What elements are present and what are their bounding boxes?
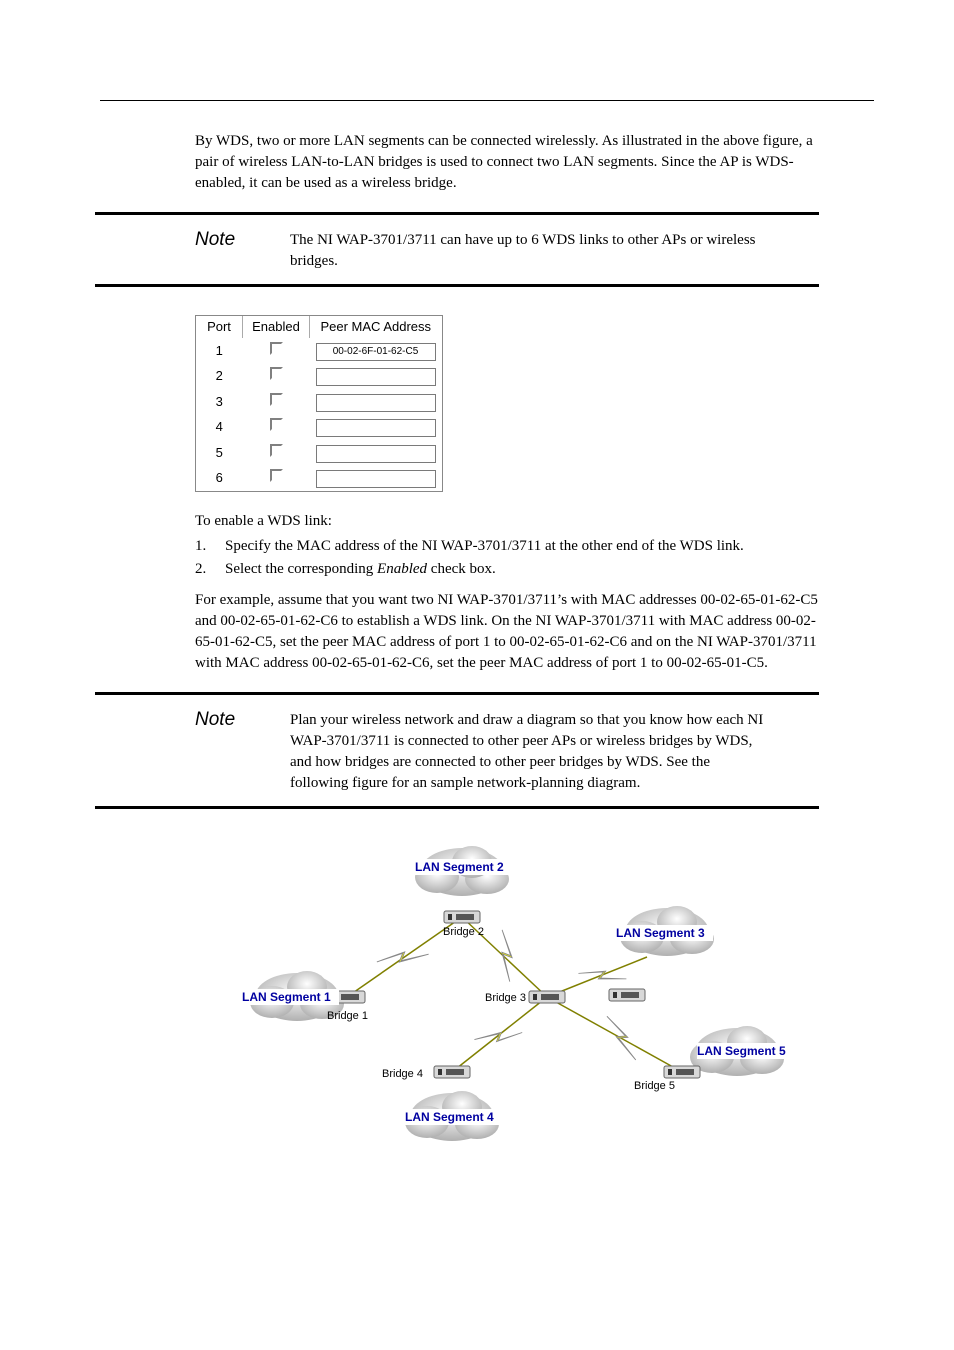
col-mac: Peer MAC Address	[310, 316, 442, 338]
enabled-checkbox[interactable]	[270, 444, 283, 457]
step-text: Select the corresponding Enabled check b…	[225, 559, 819, 580]
step-num: 2.	[195, 559, 225, 580]
seg3-label: LAN Segment 3	[616, 926, 705, 940]
table-row: 1	[196, 338, 442, 364]
enabled-checkbox[interactable]	[270, 418, 283, 431]
network-diagram: LAN Segment 1 LAN Segment 2 LAN Segment …	[195, 827, 819, 1154]
mac-input[interactable]	[316, 343, 436, 361]
note-text: Plan your wireless network and draw a di…	[290, 707, 764, 794]
enable-heading: To enable a WDS link:	[195, 511, 819, 532]
table-row: 4	[196, 415, 442, 441]
example-paragraph: For example, assume that you want two NI…	[195, 590, 819, 674]
enabled-checkbox[interactable]	[270, 393, 283, 406]
port-num: 4	[196, 415, 243, 441]
seg2-label: LAN Segment 2	[415, 860, 504, 874]
note-text: The NI WAP-3701/3711 can have up to 6 WD…	[290, 227, 764, 272]
table-row: 6	[196, 466, 442, 492]
port-num: 3	[196, 389, 243, 415]
enabled-checkbox[interactable]	[270, 342, 283, 355]
note-block-2: Note Plan your wireless network and draw…	[95, 692, 819, 809]
mac-input[interactable]	[316, 470, 436, 488]
port-num: 2	[196, 364, 243, 390]
port-num: 1	[196, 338, 243, 364]
mac-input[interactable]	[316, 394, 436, 412]
bridge3-label: Bridge 3	[485, 992, 526, 1004]
table-row: 2	[196, 364, 442, 390]
seg1-label: LAN Segment 1	[242, 990, 331, 1004]
seg5-label: LAN Segment 5	[697, 1044, 786, 1058]
note-label: Note	[195, 227, 295, 254]
table-row: 3	[196, 389, 442, 415]
mac-input[interactable]	[316, 368, 436, 386]
steps-list: 1. Specify the MAC address of the NI WAP…	[195, 536, 819, 580]
header-rule	[100, 100, 874, 101]
port-num: 5	[196, 440, 243, 466]
col-enabled: Enabled	[243, 316, 310, 338]
bridge5-label: Bridge 5	[634, 1080, 675, 1092]
step-num: 1.	[195, 536, 225, 557]
mac-input[interactable]	[316, 419, 436, 437]
col-port: Port	[196, 316, 243, 338]
note-block-1: Note The NI WAP-3701/3711 can have up to…	[95, 212, 819, 287]
enabled-checkbox[interactable]	[270, 469, 283, 482]
enabled-checkbox[interactable]	[270, 367, 283, 380]
mac-input[interactable]	[316, 445, 436, 463]
note-label: Note	[195, 707, 295, 734]
table-row: 5	[196, 440, 442, 466]
bridge4-label: Bridge 4	[382, 1068, 423, 1080]
intro-paragraph: By WDS, two or more LAN segments can be …	[195, 131, 819, 194]
step-text: Specify the MAC address of the NI WAP-37…	[225, 536, 819, 557]
wds-table: Port Enabled Peer MAC Address 1 2	[195, 315, 443, 492]
port-num: 6	[196, 466, 243, 492]
bridge2-label: Bridge 2	[443, 926, 484, 938]
bridge1-label: Bridge 1	[327, 1010, 368, 1022]
seg4-label: LAN Segment 4	[405, 1110, 494, 1124]
